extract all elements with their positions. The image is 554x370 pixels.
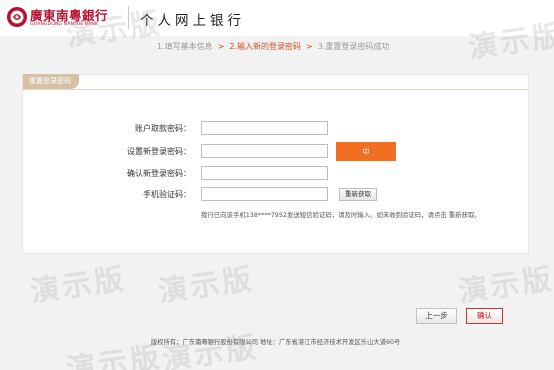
watermark: 演示版 bbox=[160, 329, 261, 370]
sms-code-input[interactable] bbox=[201, 187, 328, 201]
new-password-input[interactable] bbox=[201, 144, 328, 158]
bank-logo-icon bbox=[7, 7, 27, 27]
withdraw-password-input[interactable] bbox=[201, 121, 328, 135]
watermark: 演示版 bbox=[64, 339, 165, 370]
footer-copyright: 版权所有：广东南粤银行股份有限公司 地址：广东省湛江市经济技术开发区乐山大道60… bbox=[151, 339, 401, 346]
previous-step-button[interactable]: 上一步 bbox=[416, 308, 457, 324]
step-1: 1.填写基本信息 bbox=[157, 42, 213, 51]
new-password-label: 设置新登录密码： bbox=[127, 147, 191, 156]
header-bar: 廣東南粵銀行 GUANGDONG NANYUE BANK 个人网上银行 bbox=[0, 0, 554, 36]
panel-tab-underline bbox=[23, 89, 528, 90]
confirm-button[interactable]: 确认 bbox=[466, 308, 503, 324]
progress-steps: 1.填写基本信息 >2.输入新的登录密码 >3.重置登录密码成功 bbox=[157, 41, 389, 52]
bank-name-en: GUANGDONG NANYUE BANK bbox=[30, 22, 99, 27]
watermark: 演示版 bbox=[456, 261, 554, 309]
confirm-password-label: 确认新登录密码： bbox=[127, 169, 191, 178]
step-3: 3.重置登录密码成功 bbox=[317, 42, 390, 51]
withdraw-password-label: 账户取款密码： bbox=[135, 124, 191, 133]
confirm-password-input[interactable] bbox=[201, 166, 328, 180]
header-divider bbox=[128, 6, 129, 29]
page-title: 个人网上银行 bbox=[140, 13, 245, 29]
sms-hint-text: 我行已向该手机138****7952发送短信验证码，请及时输入。如未收到验证码，… bbox=[201, 211, 481, 219]
watermark: 演示版 bbox=[156, 261, 257, 309]
reset-password-panel: 重置登录密码 账户取款密码： 设置新登录密码： 中 确认新登录密码： 手机验证码… bbox=[22, 74, 529, 254]
step-separator: > bbox=[305, 42, 313, 51]
step-separator: > bbox=[217, 42, 225, 51]
password-strength-indicator: 中 bbox=[336, 142, 396, 161]
resend-code-button[interactable]: 重新获取 bbox=[339, 188, 377, 201]
bank-logo[interactable]: 廣東南粵銀行 GUANGDONG NANYUE BANK bbox=[6, 5, 114, 31]
watermark: 演示版 bbox=[28, 261, 129, 309]
sms-code-label: 手机验证码： bbox=[143, 190, 191, 199]
panel-tab: 重置登录密码 bbox=[23, 74, 79, 89]
step-2-active: 2.输入新的登录密码 bbox=[229, 42, 301, 51]
